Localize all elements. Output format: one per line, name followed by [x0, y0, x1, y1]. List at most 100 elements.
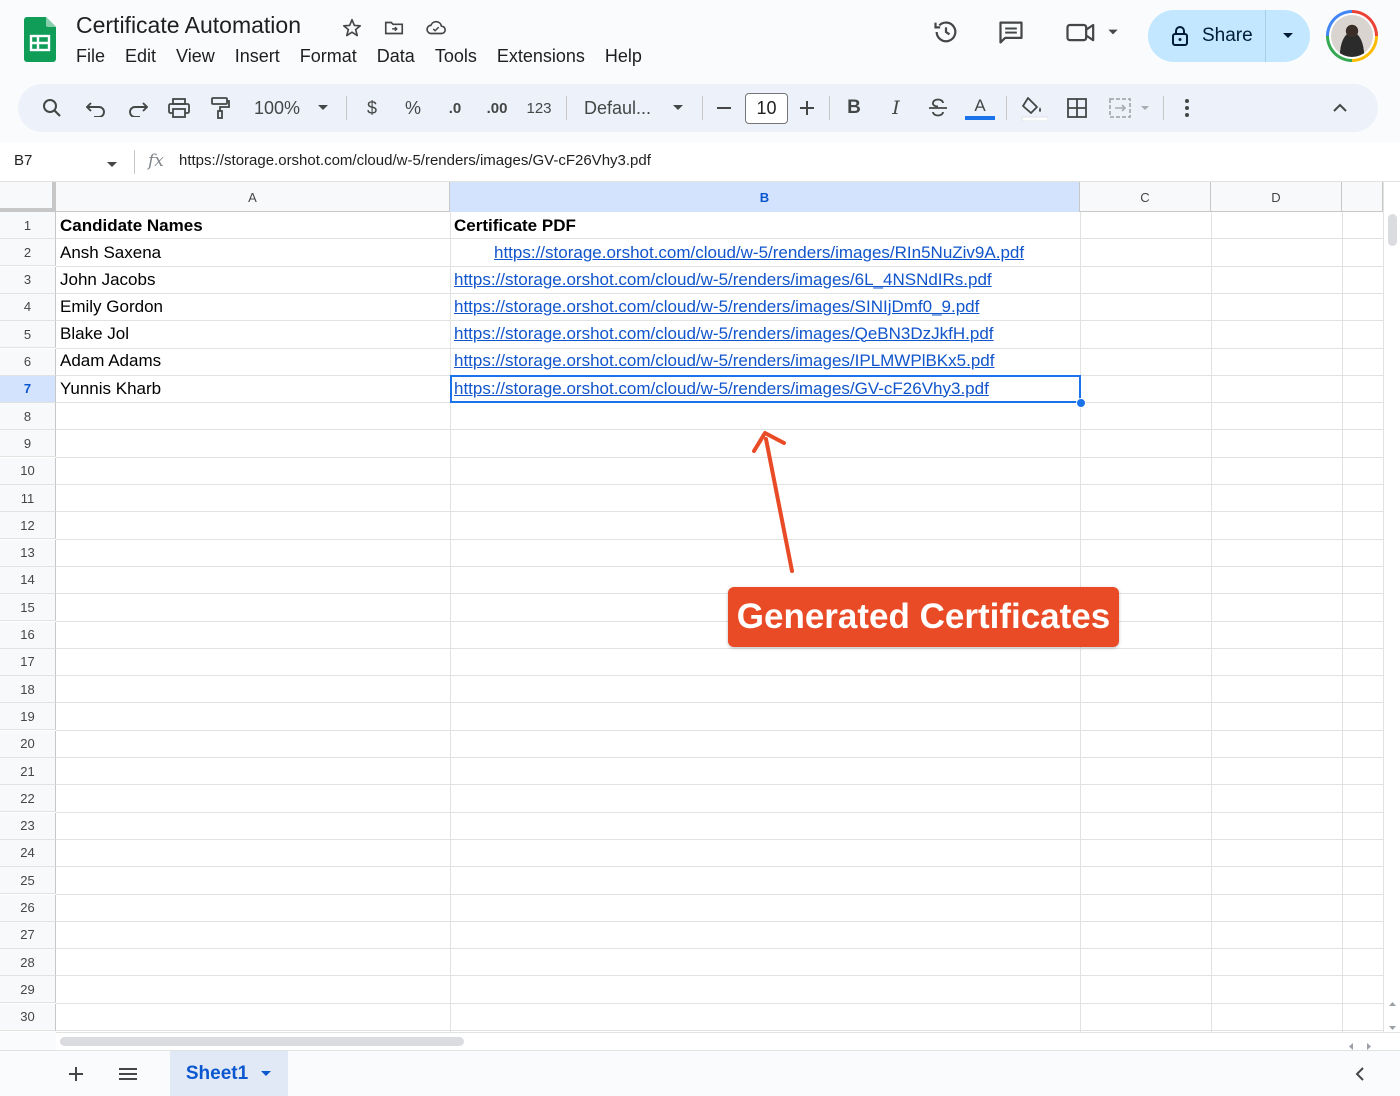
row-header-13[interactable]: 13 — [0, 539, 56, 567]
sheet-tab-dropdown-icon[interactable] — [260, 1070, 272, 1078]
document-title[interactable]: Certificate Automation — [76, 12, 301, 39]
menu-edit[interactable]: Edit — [115, 44, 166, 69]
row-header-2[interactable]: 2 — [0, 239, 56, 267]
row-header-6[interactable]: 6 — [0, 348, 56, 376]
all-sheets-icon[interactable] — [116, 1062, 140, 1086]
font-size-input[interactable]: 10 — [745, 93, 788, 124]
row-header-15[interactable]: 15 — [0, 594, 56, 622]
menu-help[interactable]: Help — [595, 44, 652, 69]
undo-icon[interactable] — [84, 84, 108, 132]
star-icon[interactable] — [340, 16, 364, 40]
cell-a1[interactable]: Candidate Names — [56, 212, 450, 239]
vertical-scrollbar[interactable] — [1383, 182, 1400, 1032]
zoom-select[interactable]: 100% — [248, 84, 306, 132]
paint-format-icon[interactable] — [208, 84, 232, 132]
avatar[interactable] — [1326, 10, 1378, 62]
row-header-1[interactable]: 1 — [0, 212, 56, 239]
format-currency-button[interactable]: $ — [361, 84, 383, 132]
menu-data[interactable]: Data — [367, 44, 425, 69]
decrease-decimal-button[interactable]: .0 — [442, 84, 468, 132]
comments-icon[interactable] — [991, 12, 1031, 52]
name-box-dropdown-icon[interactable] — [106, 156, 118, 174]
row-header-24[interactable]: 24 — [0, 839, 56, 867]
cell-b4-link[interactable]: https://storage.orshot.com/cloud/w-5/ren… — [450, 293, 1080, 320]
strikethrough-icon[interactable] — [926, 84, 950, 132]
row-header-7[interactable]: 7 — [0, 375, 56, 403]
horizontal-scrollbar[interactable] — [56, 1032, 1400, 1050]
formula-input[interactable]: https://storage.orshot.com/cloud/w-5/ren… — [179, 152, 651, 169]
share-button[interactable]: Share — [1148, 10, 1310, 62]
font-family-dropdown-icon[interactable] — [669, 84, 687, 132]
collapse-menus-icon[interactable] — [1328, 84, 1352, 132]
more-options-icon[interactable] — [1178, 84, 1196, 132]
row-header-26[interactable]: 26 — [0, 894, 56, 922]
row-header-22[interactable]: 22 — [0, 785, 56, 813]
cell-b6-link[interactable]: https://storage.orshot.com/cloud/w-5/ren… — [450, 347, 1080, 374]
text-color-button[interactable]: A — [964, 84, 996, 132]
font-size-decrease-icon[interactable] — [714, 84, 734, 132]
row-header-8[interactable]: 8 — [0, 403, 56, 431]
menu-extensions[interactable]: Extensions — [487, 44, 595, 69]
print-icon[interactable] — [167, 84, 191, 132]
row-header-25[interactable]: 25 — [0, 867, 56, 895]
explore-collapse-icon[interactable] — [1348, 1062, 1372, 1086]
row-header-16[interactable]: 16 — [0, 621, 56, 649]
column-header-e[interactable] — [1342, 182, 1383, 212]
column-header-b[interactable]: B — [450, 182, 1080, 212]
menu-tools[interactable]: Tools — [425, 44, 487, 69]
cloud-saved-icon[interactable] — [424, 16, 448, 40]
cell-b1[interactable]: Certificate PDF — [450, 212, 1080, 239]
name-box[interactable]: B7 — [14, 152, 32, 169]
select-all-corner[interactable] — [0, 182, 56, 212]
row-header-14[interactable]: 14 — [0, 566, 56, 594]
menu-format[interactable]: Format — [290, 44, 367, 69]
row-header-12[interactable]: 12 — [0, 512, 56, 540]
cell-a5[interactable]: Blake Jol — [56, 320, 450, 347]
increase-decimal-button[interactable]: .00 — [482, 84, 512, 132]
menu-view[interactable]: View — [166, 44, 225, 69]
row-header-4[interactable]: 4 — [0, 293, 56, 321]
cell-b3-link[interactable]: https://storage.orshot.com/cloud/w-5/ren… — [450, 266, 1080, 293]
more-formats-button[interactable]: 123 — [524, 84, 554, 132]
scroll-up-arrow-icon[interactable] — [1388, 994, 1397, 1012]
row-header-5[interactable]: 5 — [0, 321, 56, 349]
horizontal-scroll-thumb[interactable] — [60, 1037, 464, 1046]
cell-a2[interactable]: Ansh Saxena — [56, 239, 450, 266]
redo-icon[interactable] — [126, 84, 150, 132]
row-header-29[interactable]: 29 — [0, 976, 56, 1004]
row-header-10[interactable]: 10 — [0, 457, 56, 485]
move-folder-icon[interactable] — [382, 16, 406, 40]
row-header-21[interactable]: 21 — [0, 758, 56, 785]
fill-handle[interactable] — [1076, 398, 1086, 408]
row-header-3[interactable]: 3 — [0, 266, 56, 294]
column-header-d[interactable]: D — [1211, 182, 1342, 212]
row-header-18[interactable]: 18 — [0, 676, 56, 704]
version-history-icon[interactable] — [926, 12, 966, 52]
column-header-a[interactable]: A — [56, 182, 450, 212]
font-family-select[interactable]: Defaul... — [584, 84, 662, 132]
search-icon[interactable] — [38, 84, 66, 132]
row-header-20[interactable]: 20 — [0, 730, 56, 758]
meet-video-icon[interactable] — [1062, 12, 1122, 52]
bold-button[interactable]: B — [843, 84, 865, 132]
cell-a4[interactable]: Emily Gordon — [56, 293, 450, 320]
vertical-scroll-thumb[interactable] — [1388, 214, 1397, 246]
row-header-30[interactable]: 30 — [0, 1003, 56, 1031]
add-sheet-icon[interactable] — [64, 1062, 88, 1086]
sheets-logo-icon[interactable] — [24, 17, 56, 62]
menu-insert[interactable]: Insert — [225, 44, 290, 69]
zoom-dropdown-icon[interactable] — [314, 84, 332, 132]
merge-cells-icon[interactable] — [1108, 84, 1154, 132]
cell-a3[interactable]: John Jacobs — [56, 266, 450, 293]
borders-icon[interactable] — [1065, 84, 1089, 132]
font-size-increase-icon[interactable] — [797, 84, 817, 132]
cell-a6[interactable]: Adam Adams — [56, 347, 450, 374]
italic-button[interactable]: I — [885, 84, 907, 132]
row-header-19[interactable]: 19 — [0, 703, 56, 731]
fill-color-icon[interactable] — [1018, 84, 1050, 132]
column-header-c[interactable]: C — [1080, 182, 1211, 212]
row-header-27[interactable]: 27 — [0, 921, 56, 949]
row-header-23[interactable]: 23 — [0, 812, 56, 840]
cell-b5-link[interactable]: https://storage.orshot.com/cloud/w-5/ren… — [450, 320, 1080, 347]
share-dropdown-icon[interactable] — [1266, 10, 1310, 62]
